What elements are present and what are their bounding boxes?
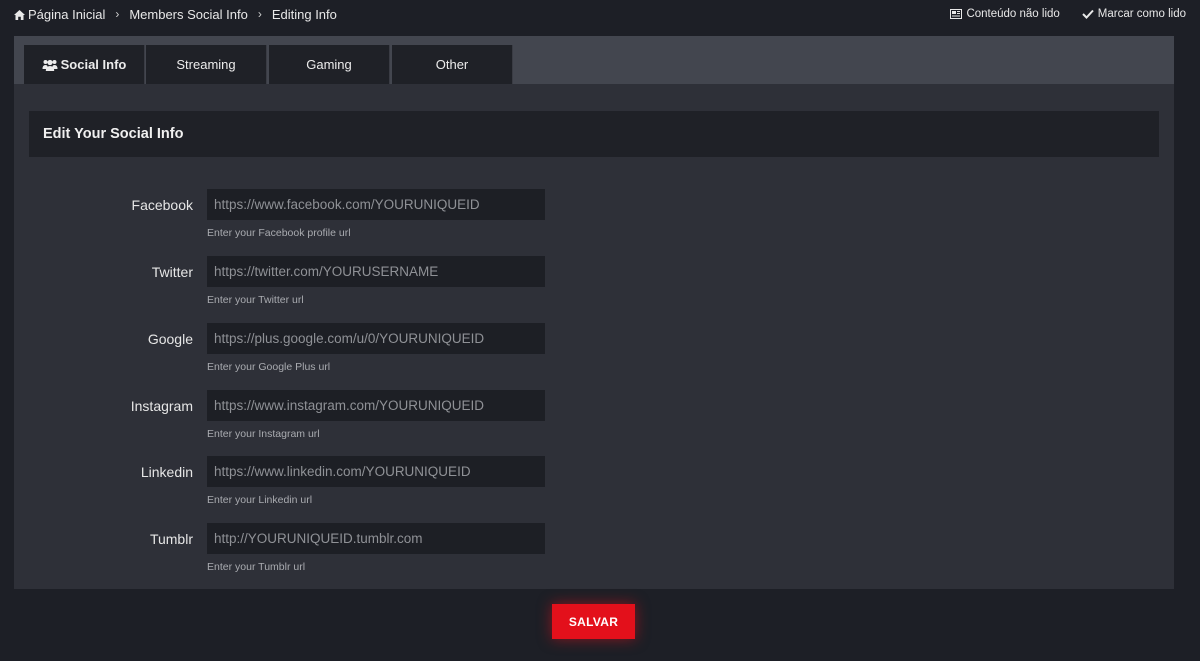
chevron-right-icon: › bbox=[115, 7, 120, 21]
linkedin-row: Linkedin Enter your Linkedin url bbox=[14, 456, 614, 516]
tab-social-info-label: Social Info bbox=[60, 57, 127, 72]
tab-gaming[interactable]: Gaming bbox=[269, 45, 390, 84]
breadcrumb-editing-info: Editing Info bbox=[271, 6, 337, 22]
top-actions: Conteúdo não lido Marcar como lido bbox=[950, 8, 1186, 20]
tumblr-row: Tumblr Enter your Tumblr url bbox=[14, 523, 614, 583]
social-info-panel: Social Info Streaming Gaming Other Edit … bbox=[14, 36, 1174, 589]
google-label: Google bbox=[147, 331, 193, 347]
facebook-hint: Enter your Facebook profile url bbox=[207, 227, 351, 239]
tumblr-input[interactable] bbox=[207, 523, 545, 554]
tab-social-info[interactable]: Social Info bbox=[24, 45, 145, 84]
linkedin-label: Linkedin bbox=[140, 464, 193, 480]
instagram-hint: Enter your Instagram url bbox=[207, 428, 320, 440]
section-title: Edit Your Social Info bbox=[29, 111, 1159, 157]
twitter-label: Twitter bbox=[151, 264, 193, 280]
instagram-row: Instagram Enter your Instagram url bbox=[14, 390, 614, 450]
facebook-label: Facebook bbox=[131, 197, 193, 213]
twitter-input[interactable] bbox=[207, 256, 545, 287]
save-button[interactable]: SALVAR bbox=[552, 604, 635, 639]
linkedin-hint: Enter your Linkedin url bbox=[207, 494, 313, 506]
breadcrumb-members-social-info[interactable]: Members Social Info bbox=[129, 7, 248, 22]
home-icon bbox=[14, 9, 25, 20]
tab-gaming-label: Gaming bbox=[306, 57, 352, 72]
users-icon bbox=[42, 59, 58, 71]
breadcrumb-home-label: Página Inicial bbox=[28, 6, 106, 22]
tumblr-label: Tumblr bbox=[149, 531, 193, 547]
twitter-hint: Enter your Twitter url bbox=[207, 294, 304, 306]
chevron-right-icon: › bbox=[257, 7, 262, 21]
tumblr-hint: Enter your Tumblr url bbox=[207, 561, 306, 573]
breadcrumb-home[interactable]: Página Inicial bbox=[14, 7, 105, 22]
facebook-row: Facebook Enter your Facebook profile url bbox=[14, 189, 614, 249]
tab-other[interactable]: Other bbox=[392, 45, 513, 84]
unread-content-link[interactable]: Conteúdo não lido bbox=[950, 8, 1060, 20]
facebook-input[interactable] bbox=[207, 189, 545, 220]
mark-read-link[interactable]: Marcar como lido bbox=[1082, 8, 1186, 20]
google-hint: Enter your Google Plus url bbox=[207, 361, 331, 373]
tab-other-label: Other bbox=[435, 57, 469, 72]
mark-read-label: Marcar como lido bbox=[1097, 8, 1186, 20]
linkedin-input[interactable] bbox=[207, 456, 545, 487]
check-icon bbox=[1082, 9, 1094, 19]
google-input[interactable] bbox=[207, 323, 545, 354]
breadcrumb: Página Inicial › Members Social Info › E… bbox=[14, 7, 337, 22]
unread-content-label: Conteúdo não lido bbox=[966, 8, 1060, 20]
tab-streaming-label: Streaming bbox=[176, 57, 236, 72]
instagram-input[interactable] bbox=[207, 390, 545, 421]
tab-bar: Social Info Streaming Gaming Other bbox=[14, 36, 1174, 84]
tab-streaming[interactable]: Streaming bbox=[146, 45, 267, 84]
twitter-row: Twitter Enter your Twitter url bbox=[14, 256, 614, 316]
top-bar: Página Inicial › Members Social Info › E… bbox=[0, 0, 1200, 28]
instagram-label: Instagram bbox=[130, 398, 193, 414]
google-row: Google Enter your Google Plus url bbox=[14, 323, 614, 383]
newspaper-icon bbox=[950, 9, 963, 19]
